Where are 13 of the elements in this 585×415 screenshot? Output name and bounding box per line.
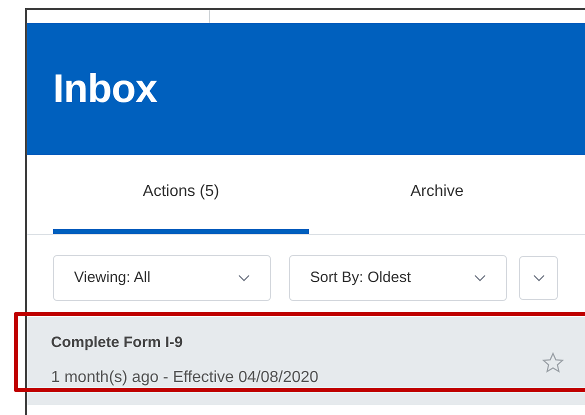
more-dropdown-button[interactable]: [519, 256, 558, 300]
chevron-down-icon: [532, 274, 544, 282]
star-icon[interactable]: [541, 351, 565, 375]
filter-dropdown[interactable]: Viewing: All: [53, 255, 271, 301]
inbox-item[interactable]: Complete Form I-9 1 month(s) ago - Effective 04/08/2020: [27, 317, 585, 405]
item-subtitle: 1 month(s) ago - Effective 04/08/2020: [51, 368, 318, 388]
chevron-down-icon: [474, 274, 486, 282]
tab[interactable]: Actions (5): [53, 155, 309, 234]
item-title: Complete Form I-9: [51, 332, 184, 353]
tab[interactable]: Archive: [309, 155, 565, 234]
page-title: Inbox: [53, 66, 158, 113]
chevron-down-icon: [238, 274, 250, 282]
filter-dropdown[interactable]: Sort By: Oldest: [289, 255, 507, 301]
